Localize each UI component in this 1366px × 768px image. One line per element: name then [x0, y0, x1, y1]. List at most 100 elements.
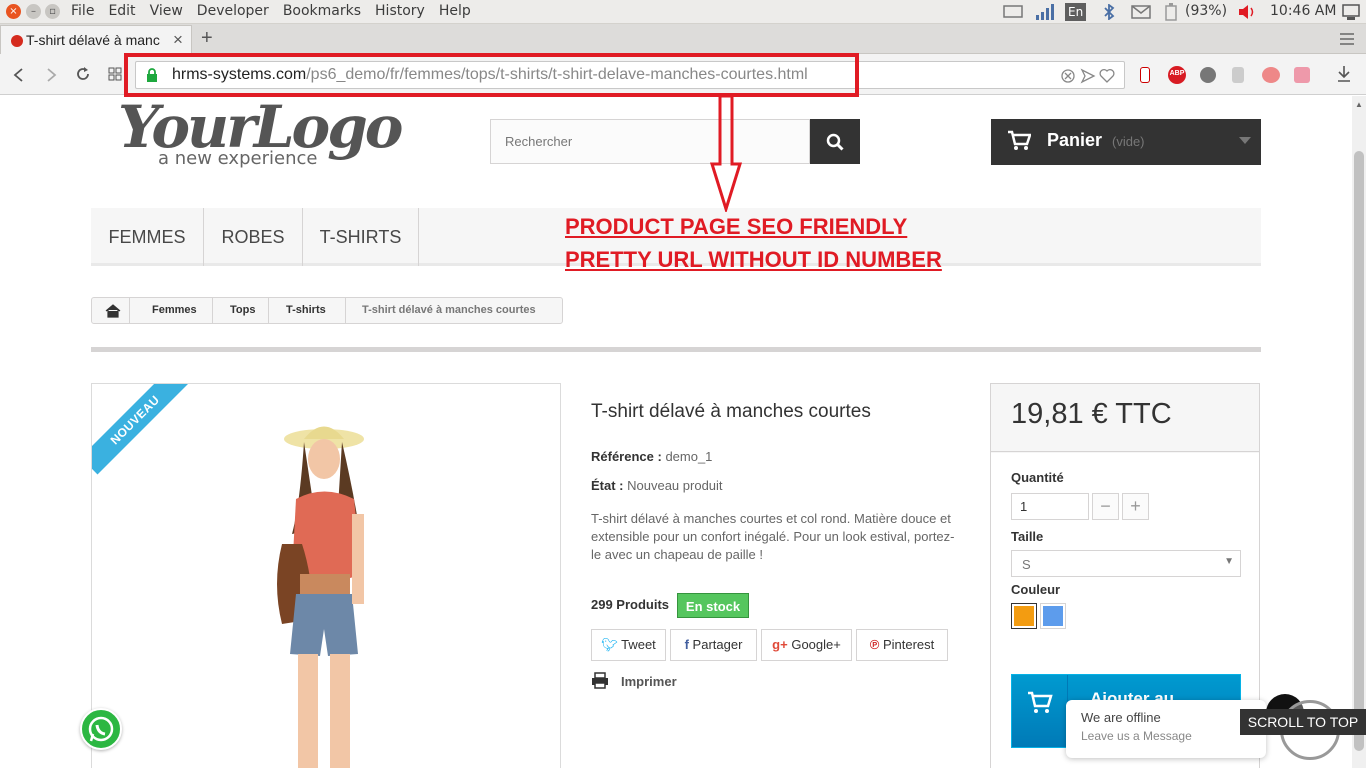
- seo-annotation: PRODUCT PAGE SEO FRIENDLY PRETTY URL WIT…: [565, 210, 942, 276]
- menu-item-femmes[interactable]: FEMMES: [91, 208, 204, 266]
- size-select[interactable]: S ▼: [1011, 550, 1241, 577]
- color-swatch-orange[interactable]: [1011, 603, 1037, 629]
- condition-row: État : Nouveau produit: [591, 478, 723, 493]
- logo-sub-text: a new experience: [158, 148, 317, 169]
- breadcrumb-tshirts[interactable]: T-shirts: [286, 304, 326, 316]
- extension-basket-icon[interactable]: [1294, 67, 1310, 83]
- menu-view[interactable]: View: [150, 3, 183, 19]
- cart-status: (vide): [1112, 134, 1145, 149]
- mail-icon[interactable]: [1131, 5, 1151, 19]
- menu-item-tshirts[interactable]: T-SHIRTS: [303, 208, 419, 266]
- breadcrumb-current: T-shirt délavé à manches courtes: [362, 304, 536, 316]
- menu-file[interactable]: File: [71, 3, 94, 19]
- extension-circle-icon[interactable]: [1200, 67, 1216, 83]
- search-button[interactable]: [810, 119, 860, 164]
- quantity-input[interactable]: 1: [1011, 493, 1089, 520]
- browser-tab-active[interactable]: T-shirt délavé à manc ×: [0, 25, 192, 54]
- clock[interactable]: 10:46 AM: [1270, 3, 1336, 19]
- quantity-label: Quantité: [1011, 470, 1064, 485]
- pinterest-button[interactable]: ℗ Pinterest: [856, 629, 948, 661]
- tab-list-menu-icon[interactable]: [1339, 33, 1355, 45]
- annotation-line-1: PRODUCT PAGE SEO FRIENDLY: [565, 214, 908, 239]
- google-plus-label: Google+: [791, 637, 841, 652]
- breadcrumb-femmes[interactable]: Femmes: [152, 304, 197, 316]
- speed-dial-icon[interactable]: [108, 67, 122, 81]
- url-highlight-box: [124, 53, 859, 97]
- battery-icon[interactable]: [1165, 3, 1177, 21]
- volume-icon[interactable]: [1238, 4, 1256, 20]
- search-input[interactable]: Rechercher: [490, 119, 810, 164]
- tab-close-icon[interactable]: ×: [173, 30, 183, 50]
- product-image[interactable]: NOUVEAU: [91, 383, 561, 768]
- breadcrumb-separator: [345, 298, 346, 323]
- facebook-share-button[interactable]: f Partager: [670, 629, 757, 661]
- cart-icon: [1008, 130, 1031, 150]
- web-page: YourLogo a new experience Rechercher Pan…: [0, 96, 1352, 768]
- price-box: 19,81 € TTC: [991, 384, 1259, 452]
- facebook-icon: f: [684, 637, 689, 652]
- close-window-icon[interactable]: ×: [6, 4, 21, 19]
- home-icon[interactable]: [105, 304, 121, 318]
- scrollbar-thumb[interactable]: [1354, 151, 1364, 751]
- breadcrumb-tops[interactable]: Tops: [230, 304, 255, 316]
- google-plus-icon: g+: [772, 637, 788, 652]
- minimize-window-icon[interactable]: –: [26, 4, 41, 19]
- favicon-icon: [11, 35, 23, 47]
- scroll-to-top-button[interactable]: SCROLL TO TOP: [1240, 709, 1366, 735]
- bookmark-heart-icon[interactable]: [1099, 68, 1115, 84]
- color-label: Couleur: [1011, 582, 1061, 597]
- product-description: T-shirt délavé à manches courtes et col …: [591, 511, 955, 562]
- color-swatch-blue[interactable]: [1040, 603, 1066, 629]
- back-icon[interactable]: [12, 67, 26, 83]
- extension-adblock-icon[interactable]: ABP: [1168, 66, 1186, 84]
- clear-url-icon[interactable]: [1060, 68, 1076, 84]
- cart-label: Panier: [1047, 130, 1103, 150]
- new-tab-button[interactable]: +: [201, 27, 213, 50]
- download-icon[interactable]: [1336, 65, 1352, 83]
- menu-item-robes[interactable]: ROBES: [204, 208, 303, 266]
- menu-developer[interactable]: Developer: [197, 3, 269, 19]
- stock-badge: En stock: [677, 593, 749, 618]
- new-badge: NOUVEAU: [92, 384, 190, 475]
- menu-edit[interactable]: Edit: [108, 3, 135, 19]
- site-logo[interactable]: YourLogo a new experience: [118, 96, 408, 172]
- divider: [91, 347, 1261, 352]
- quantity-plus-button[interactable]: +: [1122, 493, 1149, 520]
- keyboard-layout-indicator[interactable]: En: [1065, 3, 1087, 21]
- quantity-minus-button[interactable]: −: [1092, 493, 1119, 520]
- display-icon[interactable]: [1003, 5, 1023, 19]
- swatch-fill: [1043, 606, 1063, 626]
- maximize-window-icon[interactable]: ▫: [45, 4, 60, 19]
- chat-widget[interactable]: We are offline Leave us a Message: [1066, 700, 1266, 758]
- scroll-up-arrow[interactable]: ▲: [1355, 100, 1363, 109]
- menu-bookmarks[interactable]: Bookmarks: [283, 3, 361, 19]
- forward-icon[interactable]: [44, 67, 58, 83]
- whatsapp-icon[interactable]: [80, 708, 122, 750]
- tweet-button[interactable]: 🐦︎ Tweet: [591, 629, 666, 661]
- google-plus-button[interactable]: g+ Google+: [761, 629, 852, 661]
- pinterest-label: Pinterest: [882, 637, 935, 652]
- menu-help[interactable]: Help: [439, 3, 471, 19]
- size-selected-value: S: [1022, 557, 1031, 572]
- os-top-bar: × – ▫ File Edit View Developer Bookmarks…: [0, 0, 1366, 24]
- settings-gear-icon[interactable]: [1341, 3, 1361, 21]
- breadcrumb-separator: [212, 298, 213, 323]
- send-icon[interactable]: [1080, 68, 1096, 84]
- battery-percentage: (93%): [1185, 3, 1228, 19]
- extension-cup-icon[interactable]: [1232, 67, 1244, 83]
- cart-button[interactable]: Panier (vide): [991, 119, 1261, 165]
- chevron-down-icon: [1239, 137, 1251, 144]
- reload-icon[interactable]: [75, 66, 91, 82]
- phone-icon: [88, 716, 114, 742]
- extension-pill-icon[interactable]: [1262, 67, 1280, 83]
- signal-icon[interactable]: [1035, 4, 1055, 20]
- condition-value: Nouveau produit: [627, 478, 723, 493]
- bluetooth-icon[interactable]: [1102, 4, 1116, 20]
- cart-icon: [1028, 691, 1053, 713]
- product-name: T-shirt délavé à manches courtes: [591, 401, 871, 422]
- page-scrollbar[interactable]: ▲: [1352, 96, 1366, 768]
- partager-label: Partager: [692, 637, 743, 652]
- extension-bookmark-icon[interactable]: [1140, 67, 1150, 83]
- menu-history[interactable]: History: [375, 3, 425, 19]
- reference-value: demo_1: [665, 449, 713, 464]
